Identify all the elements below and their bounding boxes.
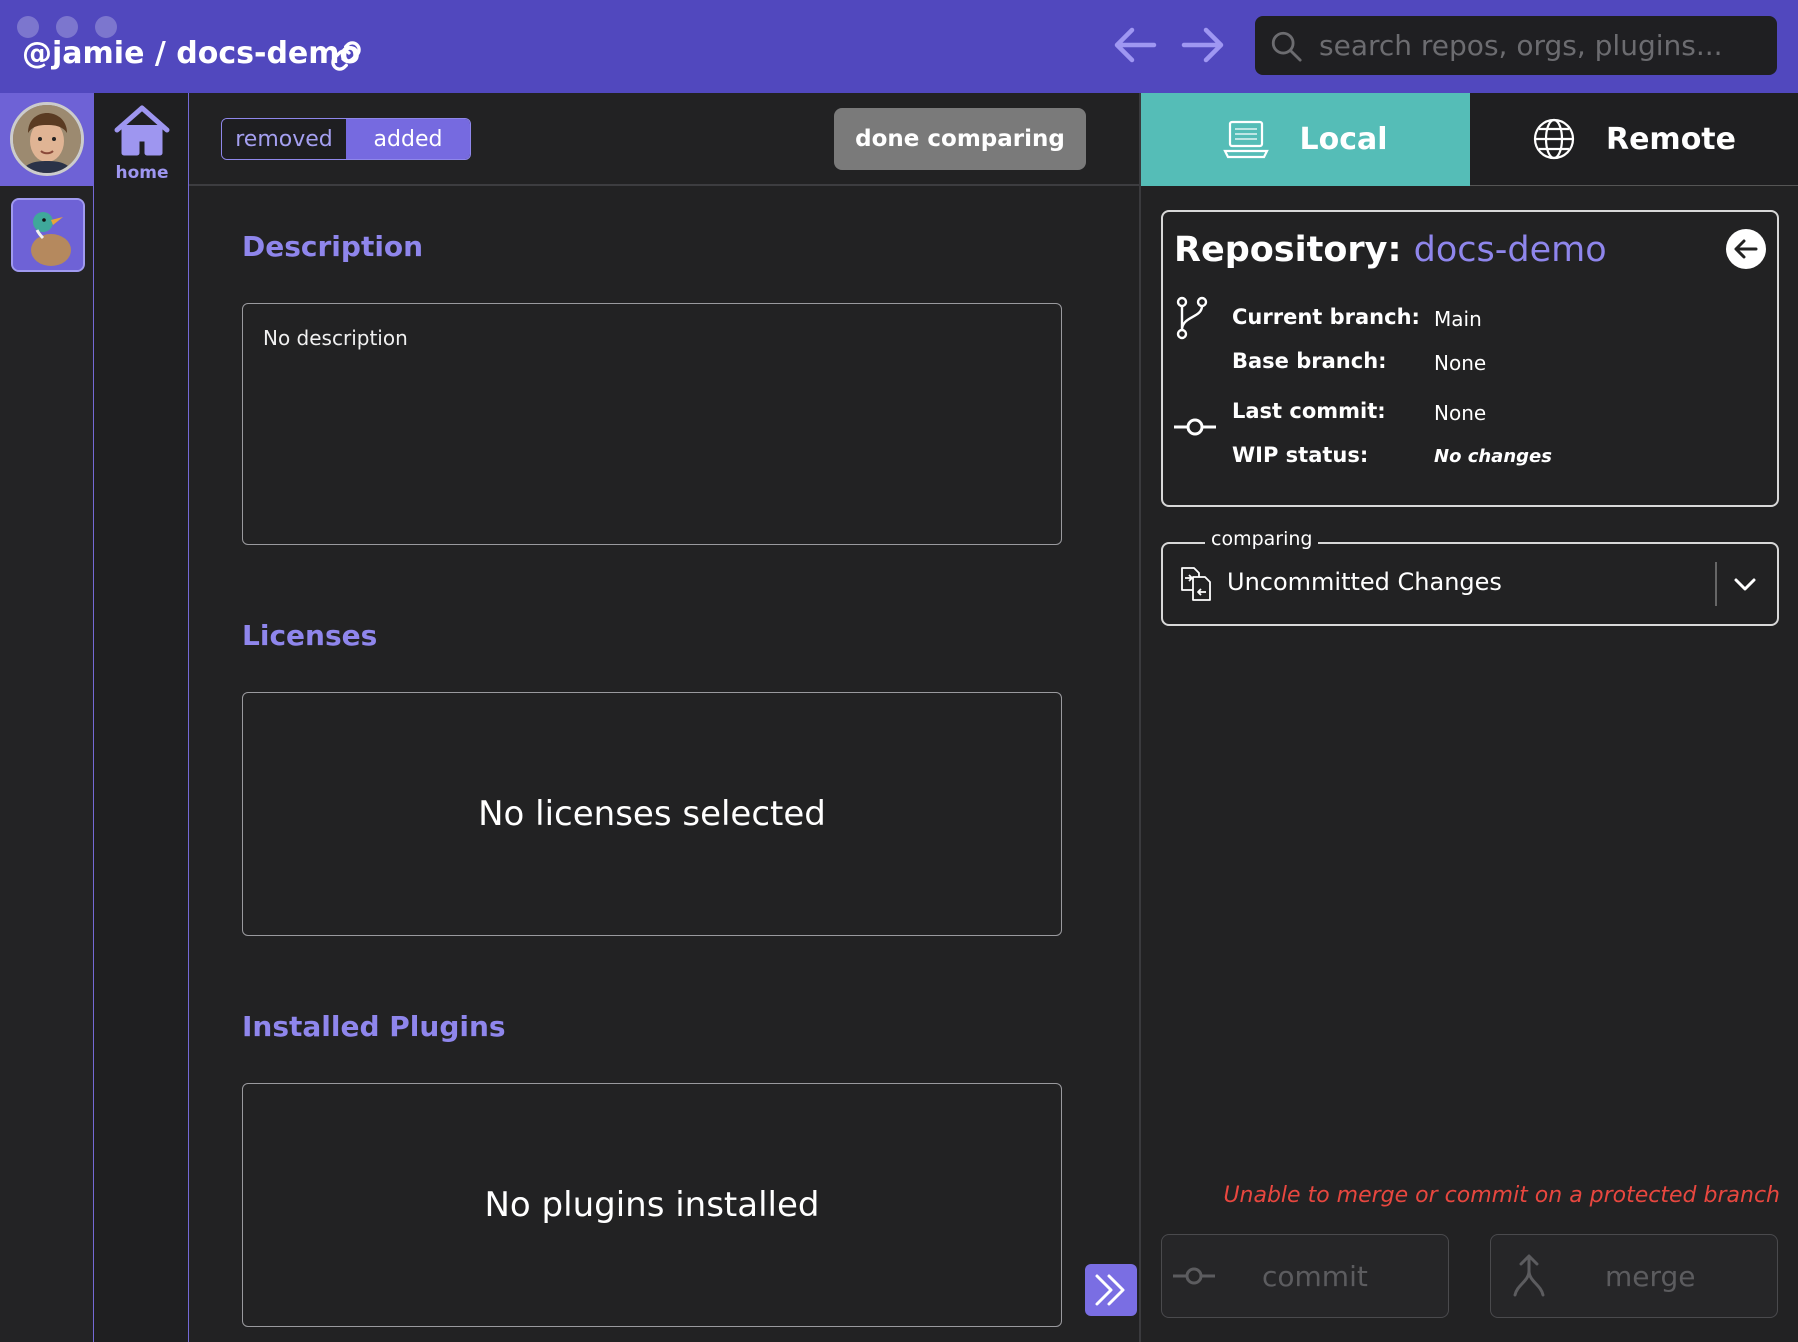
description-text: No description — [263, 326, 408, 350]
nav-rail: home — [95, 93, 189, 1342]
merge-icon — [1513, 1254, 1545, 1297]
repository-name: docs-demo — [1413, 230, 1607, 270]
description-box: No description — [242, 303, 1062, 545]
duck-logo[interactable] — [11, 198, 85, 272]
toggle-removed[interactable]: removed — [222, 119, 346, 159]
plugins-title: Installed Plugins — [242, 1010, 506, 1043]
current-branch-value: Main — [1434, 307, 1482, 331]
merge-button[interactable]: merge — [1490, 1234, 1778, 1318]
commit-icon — [1173, 1267, 1215, 1285]
back-circle-icon[interactable] — [1725, 228, 1767, 270]
file-compare-icon — [1181, 567, 1211, 601]
link-icon[interactable] — [328, 38, 364, 74]
home-icon[interactable] — [112, 103, 172, 157]
licenses-box: No licenses selected — [242, 692, 1062, 936]
globe-icon — [1533, 118, 1575, 160]
right-pane: Local Remote Repository: docs-demo Curre… — [1141, 93, 1798, 1342]
done-comparing-button[interactable]: done comparing — [834, 108, 1086, 170]
comparing-legend: comparing — [1205, 528, 1319, 550]
repo-title: @jamie / docs-demo — [22, 36, 361, 71]
merge-label: merge — [1605, 1259, 1696, 1293]
tab-remote[interactable]: Remote — [1470, 93, 1798, 186]
window-maximize-dot[interactable] — [95, 16, 117, 38]
toggle-added[interactable]: added — [346, 119, 470, 159]
tab-remote-label: Remote — [1605, 121, 1736, 157]
commit-label: commit — [1262, 1259, 1368, 1293]
repository-card-title: Repository: docs-demo — [1174, 230, 1607, 270]
main-pane: removed added done comparing Description… — [189, 93, 1139, 1342]
description-title: Description — [242, 230, 424, 263]
search-icon — [1271, 31, 1302, 62]
laptop-icon — [1223, 120, 1270, 158]
commit-button[interactable]: commit — [1161, 1234, 1449, 1318]
commit-icon — [1174, 418, 1216, 436]
licenses-title: Licenses — [242, 619, 378, 652]
last-commit-label: Last commit: — [1232, 399, 1386, 423]
current-branch-label: Current branch: — [1232, 305, 1420, 329]
compare-toolbar: removed added done comparing — [189, 93, 1139, 186]
protected-branch-warning: Unable to merge or commit on a protected… — [1223, 1183, 1780, 1208]
licenses-empty-text: No licenses selected — [478, 794, 826, 834]
window-minimize-dot[interactable] — [56, 16, 78, 38]
account-rail — [0, 93, 94, 1342]
avatar-slot — [0, 93, 94, 186]
last-commit-value: None — [1434, 401, 1487, 425]
tab-local-label: Local — [1299, 122, 1388, 157]
wip-status-label: WIP status: — [1232, 443, 1369, 467]
search-box[interactable] — [1255, 16, 1777, 75]
comparing-value: Uncommitted Changes — [1227, 568, 1502, 596]
double-chevron-right-icon — [1095, 1274, 1125, 1306]
back-arrow-icon[interactable] — [1112, 24, 1158, 66]
branch-icon — [1176, 296, 1208, 340]
repository-card: Repository: docs-demo Current branch: Ma… — [1161, 210, 1779, 507]
avatar[interactable] — [10, 102, 84, 176]
base-branch-label: Base branch: — [1232, 349, 1387, 373]
diff-toggle[interactable]: removed added — [221, 118, 471, 160]
chevron-down-icon[interactable] — [1731, 570, 1759, 598]
repository-label: Repository: — [1174, 230, 1402, 270]
plugins-box: No plugins installed — [242, 1083, 1062, 1327]
home-label[interactable]: home — [95, 163, 189, 183]
forward-arrow-icon[interactable] — [1180, 24, 1226, 66]
title-bar: @jamie / docs-demo — [0, 0, 1798, 93]
plugins-empty-text: No plugins installed — [484, 1185, 820, 1225]
select-divider — [1715, 562, 1717, 606]
wip-status-value: No changes — [1434, 446, 1552, 467]
search-input[interactable] — [1319, 16, 1759, 75]
comparing-select[interactable]: comparing Uncommitted Changes — [1161, 528, 1779, 626]
expand-panel-button[interactable] — [1085, 1264, 1137, 1316]
base-branch-value: None — [1434, 351, 1487, 375]
tab-local[interactable]: Local — [1141, 93, 1470, 186]
window-close-dot[interactable] — [17, 16, 39, 38]
